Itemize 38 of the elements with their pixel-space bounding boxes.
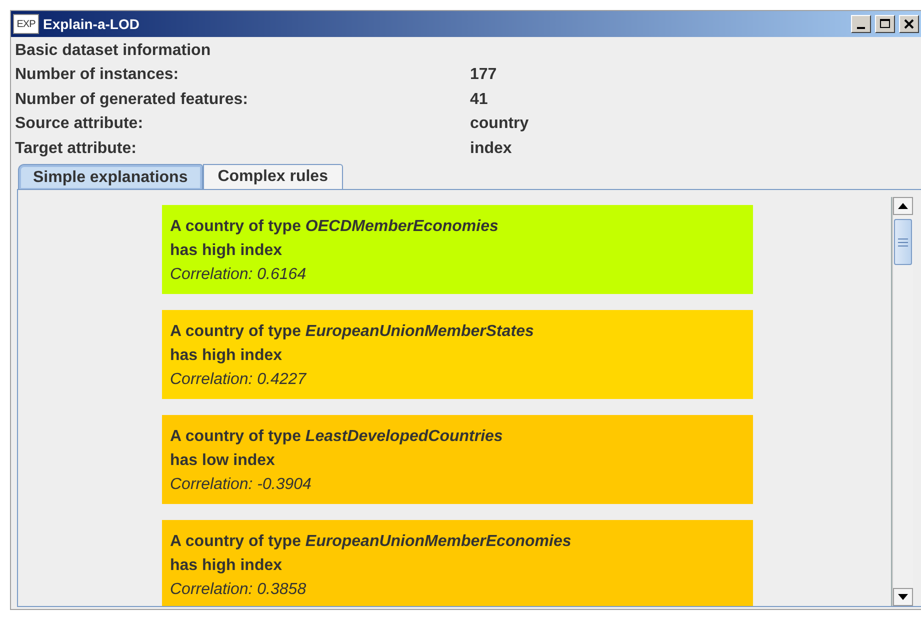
info-label: Source attribute: xyxy=(15,114,144,134)
explanation-statement: has low index xyxy=(170,451,276,471)
grip-icon xyxy=(898,238,908,246)
explanation-title: A country of type EuropeanUnionMemberEconomies xyxy=(170,532,572,552)
scroll-down-button[interactable] xyxy=(893,588,913,606)
explanation-title: A country of type EuropeanUnionMemberStates xyxy=(170,322,535,342)
correlation-text: Correlation: -0.3904 xyxy=(170,475,312,495)
info-label: Target attribute: xyxy=(15,138,138,158)
scroll-up-button[interactable] xyxy=(893,197,913,215)
explanation-statement: has high index xyxy=(170,241,284,261)
explanation-title: A country of type OECDMemberEconomies xyxy=(170,217,500,237)
correlation-text: Correlation: 0.3858 xyxy=(170,580,308,600)
tab[interactable]: Complex rules xyxy=(202,164,343,189)
scrollbar[interactable] xyxy=(892,197,913,606)
info-value: 41 xyxy=(470,90,489,110)
info-label: Number of generated features: xyxy=(15,90,249,110)
maximize-icon xyxy=(880,19,890,29)
info-value: index xyxy=(470,138,513,158)
section-heading: Basic dataset information xyxy=(15,41,212,61)
down-arrow-icon xyxy=(898,594,908,600)
info-label: Number of instances: xyxy=(15,65,180,85)
window-title: Explain-a-LOD xyxy=(43,16,140,32)
explanation-title: A country of type LeastDevelopedCountries xyxy=(170,427,504,447)
correlation-text: Correlation: 0.6164 xyxy=(170,265,308,285)
close-button[interactable] xyxy=(899,15,919,33)
maximize-button[interactable] xyxy=(875,15,895,33)
app-icon: EXP xyxy=(13,14,39,34)
info-value: country xyxy=(470,114,530,134)
minimize-icon xyxy=(857,27,865,29)
explanation-statement: has high index xyxy=(170,346,284,366)
close-icon xyxy=(904,19,914,29)
correlation-text: Correlation: 0.4227 xyxy=(170,370,308,390)
up-arrow-icon xyxy=(898,203,908,209)
minimize-button[interactable] xyxy=(851,15,871,33)
info-value: 177 xyxy=(470,65,498,85)
explanation-statement: has high index xyxy=(170,556,284,576)
tab[interactable]: Simple explanations xyxy=(18,164,203,190)
scrollbar-thumb[interactable] xyxy=(894,219,912,265)
